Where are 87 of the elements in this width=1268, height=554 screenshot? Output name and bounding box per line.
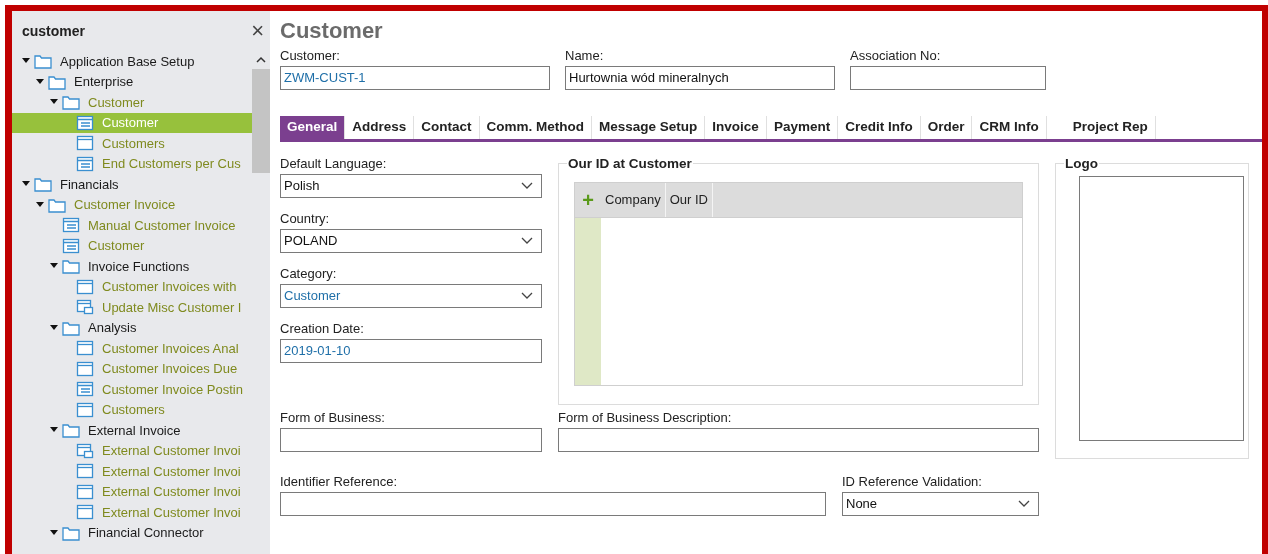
dropdown-field[interactable]: Polish	[280, 174, 542, 198]
tab[interactable]: Contact	[414, 116, 480, 139]
tree-item[interactable]: Financial Connector	[12, 522, 252, 543]
input-field[interactable]: 2019-01-10	[280, 339, 542, 363]
scrollbar-thumb[interactable]	[252, 69, 270, 173]
field-label: Form of Business Description:	[558, 409, 733, 427]
dropdown-caret-icon	[521, 182, 533, 190]
window-icon	[76, 401, 94, 418]
tab[interactable]: Message Setup	[592, 116, 706, 139]
tree-item[interactable]: Analysis	[12, 317, 252, 338]
window-icon	[76, 504, 94, 521]
tree-item[interactable]: Invoice Functions	[12, 256, 252, 277]
window-icon	[76, 278, 94, 295]
tab[interactable]: General	[280, 116, 346, 139]
form-icon	[76, 114, 94, 131]
input-field[interactable]: Hurtownia wód mineralnych	[565, 66, 835, 90]
window-icon	[76, 463, 94, 480]
expanded-caret-icon[interactable]	[50, 427, 58, 434]
dropdown-caret-icon	[521, 237, 533, 245]
tree-item[interactable]: External Invoice	[12, 420, 252, 441]
tab[interactable]: Payment	[766, 116, 839, 139]
dropdown-caret-icon	[521, 292, 533, 300]
expanded-caret-icon[interactable]	[50, 324, 58, 331]
data-grid[interactable]: + Company Our ID	[574, 182, 1023, 386]
field-label: Category:	[280, 265, 338, 283]
field-label: Creation Date:	[280, 320, 365, 338]
dropdown-caret-icon	[1018, 500, 1030, 508]
folder-icon	[62, 524, 80, 541]
field-label: Country:	[280, 210, 331, 228]
folder-icon	[34, 53, 52, 70]
tree-item[interactable]: Application Base Setup	[12, 51, 252, 72]
windows-icon	[76, 442, 94, 459]
dropdown-value: Polish	[284, 177, 320, 196]
column-header[interactable]: Company	[601, 183, 666, 217]
expanded-caret-icon[interactable]	[22, 58, 30, 65]
folder-icon	[48, 73, 66, 90]
form-icon	[62, 217, 80, 234]
expanded-caret-icon[interactable]	[22, 181, 30, 188]
search-text[interactable]: customer	[22, 20, 86, 42]
field-label: ID Reference Validation:	[842, 473, 983, 491]
field-label: Default Language:	[280, 155, 388, 173]
expanded-caret-icon[interactable]	[36, 78, 44, 85]
dropdown-field[interactable]: Customer	[280, 284, 542, 308]
input-field[interactable]	[280, 492, 826, 516]
expanded-caret-icon[interactable]	[50, 263, 58, 270]
tab[interactable]: Address	[345, 116, 415, 139]
window-icon	[76, 483, 94, 500]
form-icon	[76, 381, 94, 398]
dropdown-value: None	[846, 495, 878, 514]
input-field[interactable]	[280, 428, 542, 452]
field-label: Name:	[565, 47, 605, 65]
field-label: Customer:	[280, 47, 341, 65]
input-field[interactable]: ZWM-CUST-1	[280, 66, 550, 90]
tab[interactable]: CRM Info	[972, 116, 1047, 139]
tab[interactable]: Order	[920, 116, 973, 139]
folder-icon	[62, 422, 80, 439]
form-icon	[62, 237, 80, 254]
field-label: Association No:	[850, 47, 942, 65]
dropdown-value: Customer	[284, 287, 341, 306]
tab[interactable]: Credit Info	[838, 116, 921, 139]
expanded-caret-icon[interactable]	[50, 99, 58, 106]
windows-icon	[76, 299, 94, 316]
tab[interactable]: Project Rep	[1046, 116, 1156, 139]
form-icon	[76, 155, 94, 172]
dropdown-field[interactable]: POLAND	[280, 229, 542, 253]
tab[interactable]: Invoice	[705, 116, 767, 139]
folder-icon	[48, 196, 66, 213]
folder-icon	[62, 319, 80, 336]
expanded-caret-icon[interactable]	[36, 201, 44, 208]
window-icon	[76, 135, 94, 152]
dropdown-value: POLAND	[284, 232, 338, 251]
input-field[interactable]	[558, 428, 1039, 452]
dropdown-field[interactable]: None	[842, 492, 1039, 516]
folder-icon	[34, 176, 52, 193]
tab[interactable]: Comm. Method	[479, 116, 593, 139]
page-title: Customer	[280, 17, 384, 45]
window-icon	[76, 340, 94, 357]
folder-icon	[62, 258, 80, 275]
tree-item[interactable]: Enterprise	[12, 71, 252, 92]
close-button[interactable]: ×	[251, 20, 264, 42]
input-field[interactable]	[850, 66, 1046, 90]
tree-item[interactable]: Financials	[12, 174, 252, 195]
column-header[interactable]: Our ID	[665, 183, 713, 217]
field-label: Form of Business:	[280, 409, 386, 427]
expanded-caret-icon[interactable]	[50, 529, 58, 536]
window-icon	[76, 360, 94, 377]
field-label: Identifier Reference:	[280, 473, 399, 491]
